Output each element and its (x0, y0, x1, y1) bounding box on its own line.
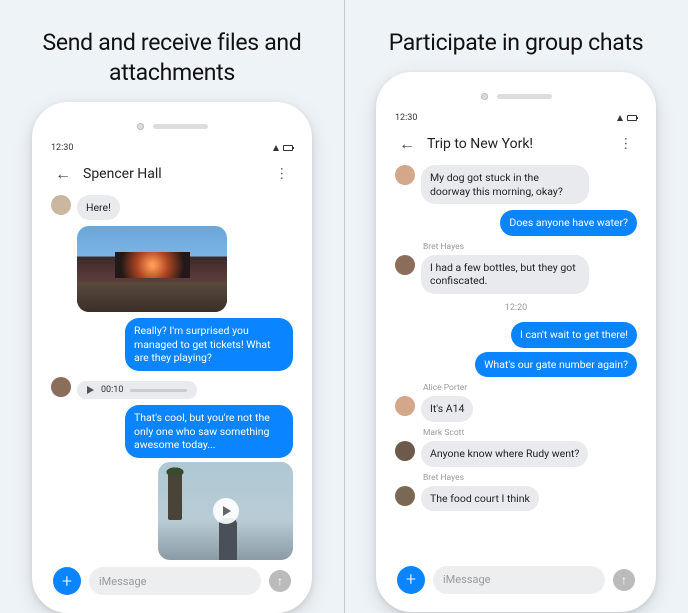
speaker-slot (153, 124, 208, 129)
camera-dot (481, 93, 488, 100)
avatar (395, 255, 415, 275)
left-panel: Send and receive files and attachments 1… (0, 0, 344, 613)
signal-icon (273, 145, 279, 151)
message-row: I can't wait to get there! What's our gat… (395, 322, 637, 377)
message-row: Here! (51, 195, 293, 221)
camera-dot (137, 123, 144, 130)
left-title: Send and receive files and attachments (18, 28, 326, 88)
video-attachment[interactable] (158, 462, 293, 560)
compose-bar: + iMessage ↑ (387, 559, 645, 601)
add-button[interactable]: + (53, 567, 81, 595)
message-bubble: The food court I think (421, 486, 539, 512)
play-icon[interactable] (87, 386, 94, 394)
sender-name: Bret Hayes (423, 242, 637, 252)
avatar (51, 377, 71, 397)
status-time: 12:30 (395, 113, 417, 123)
avatar (395, 165, 415, 185)
message-row: The food court I think (395, 486, 637, 512)
message-bubble: Does anyone have water? (500, 210, 637, 236)
message-bubble: I had a few bottles, but they got confis… (421, 255, 589, 294)
image-attachment[interactable] (77, 226, 227, 312)
phone-mockup-right: 12:30 ← Trip to New York! ⋯ My dog got s… (376, 72, 656, 612)
audio-attachment[interactable]: 00:10 (77, 381, 197, 399)
audio-time: 00:10 (101, 385, 123, 395)
status-bar: 12:30 (387, 109, 645, 127)
send-button[interactable]: ↑ (269, 570, 291, 592)
message-bubble: What's our gate number again? (475, 352, 637, 378)
message-bubble: Here! (77, 195, 120, 221)
speaker-slot (497, 94, 552, 99)
message-bubble: Anyone know where Rudy went? (421, 441, 588, 467)
battery-icon (283, 145, 293, 151)
message-row: It's A14 (395, 396, 637, 422)
phone-mockup-left: 12:30 ← Spencer Hall ⋯ Here! Really? I'm… (32, 102, 312, 613)
sender-name: Alice Porter (423, 383, 637, 393)
back-icon[interactable]: ← (399, 134, 415, 154)
back-icon[interactable]: ← (55, 164, 71, 184)
panel-divider (344, 0, 345, 613)
sender-name: Bret Hayes (423, 473, 637, 483)
add-button[interactable]: + (397, 566, 425, 594)
more-icon[interactable]: ⋯ (618, 136, 634, 151)
battery-icon (627, 115, 637, 121)
signal-icon (617, 115, 623, 121)
chat-header: ← Trip to New York! ⋯ (387, 127, 645, 161)
chat-title: Spencer Hall (83, 166, 262, 182)
more-icon[interactable]: ⋯ (274, 166, 290, 181)
status-bar: 12:30 (43, 139, 301, 157)
message-list: My dog got stuck in the doorway this mor… (387, 161, 645, 559)
avatar (51, 195, 71, 215)
avatar (395, 486, 415, 506)
right-title: Participate in group chats (389, 28, 644, 58)
message-input[interactable]: iMessage (433, 566, 605, 594)
audio-progress[interactable] (130, 389, 187, 392)
message-list: Here! Really? I'm surprised you managed … (43, 191, 301, 560)
message-bubble: That's cool, but you're not the only one… (125, 405, 293, 458)
message-row: I had a few bottles, but they got confis… (395, 255, 637, 294)
message-row: Really? I'm surprised you managed to get… (51, 318, 293, 371)
message-row: Does anyone have water? (395, 210, 637, 236)
status-time: 12:30 (51, 143, 73, 153)
avatar (395, 396, 415, 416)
message-input[interactable]: iMessage (89, 567, 261, 595)
send-button[interactable]: ↑ (613, 569, 635, 591)
chat-header: ← Spencer Hall ⋯ (43, 157, 301, 191)
compose-bar: + iMessage ↑ (43, 560, 301, 602)
message-bubble: My dog got stuck in the doorway this mor… (421, 165, 589, 204)
timestamp: 12:20 (395, 303, 637, 313)
sender-name: Mark Scott (423, 428, 637, 438)
chat-title: Trip to New York! (427, 136, 606, 152)
message-row: My dog got stuck in the doorway this mor… (395, 165, 637, 204)
message-row: That's cool, but you're not the only one… (51, 405, 293, 560)
right-panel: Participate in group chats 12:30 ← Trip … (344, 0, 688, 613)
message-bubble: I can't wait to get there! (511, 322, 637, 348)
message-row: Anyone know where Rudy went? (395, 441, 637, 467)
avatar (395, 441, 415, 461)
message-bubble: Really? I'm surprised you managed to get… (125, 318, 293, 371)
message-bubble: It's A14 (421, 396, 473, 422)
play-icon[interactable] (213, 498, 239, 524)
